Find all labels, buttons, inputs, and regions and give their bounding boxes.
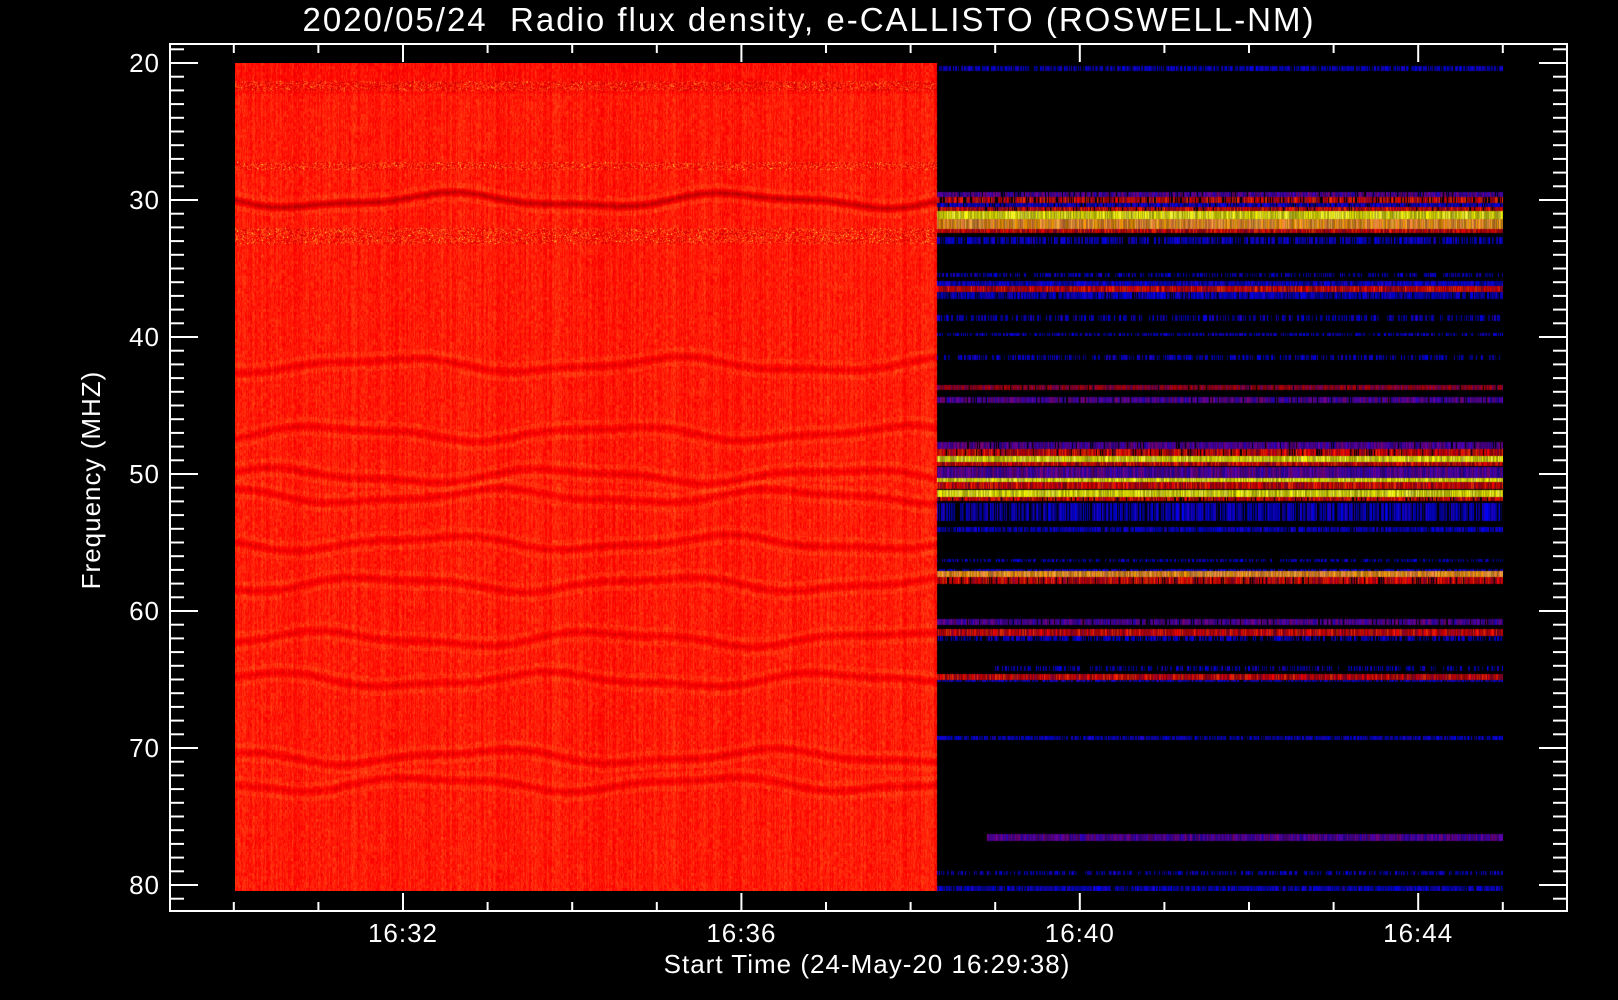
y-tick-label: 80 (129, 870, 160, 900)
y-tick-label: 20 (129, 48, 160, 78)
y-tick-label: 30 (129, 185, 160, 215)
x-tick-label: 16:44 (1383, 918, 1454, 948)
plot-frame (169, 43, 1568, 912)
spectrogram-figure: 2020/05/24 Radio flux density, e-CALLIST… (0, 0, 1618, 1000)
x-tick-label: 16:36 (706, 918, 777, 948)
y-tick-label: 60 (129, 596, 160, 626)
y-axis-title: Frequency (MHZ) (76, 370, 106, 590)
x-axis-title: Start Time (24-May-20 16:29:38) (663, 949, 1071, 979)
y-tick-label: 40 (129, 322, 160, 352)
x-tick-label: 16:32 (367, 918, 439, 948)
plot-axes (169, 43, 1568, 912)
y-tick-label: 70 (129, 733, 160, 763)
x-tick-label: 16:40 (1044, 918, 1115, 948)
